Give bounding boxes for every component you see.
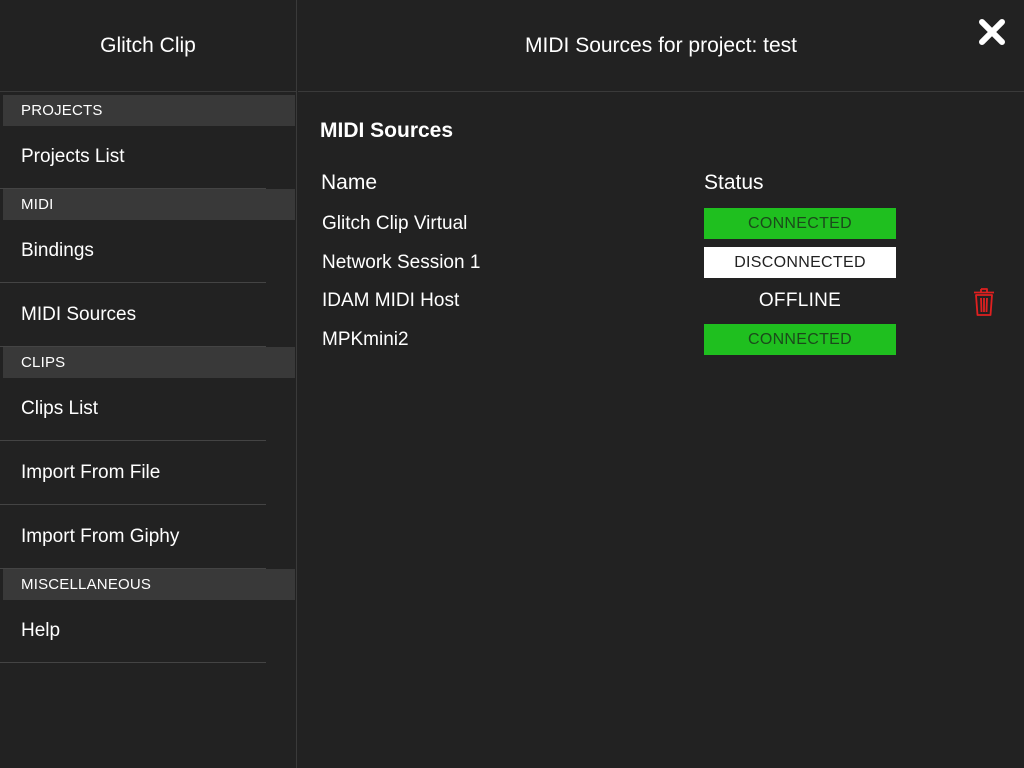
app-window: Glitch Clip PROJECTS Projects List MIDI …	[0, 0, 1024, 768]
section-title: MIDI Sources	[320, 119, 454, 142]
section-header-projects: PROJECTS	[3, 95, 295, 126]
sidebar-item-label: Bindings	[21, 240, 94, 261]
sidebar-item-import-from-giphy[interactable]: Import From Giphy	[0, 505, 266, 569]
sidebar-item-label: Import From Giphy	[21, 525, 180, 547]
status-badge: CONNECTED	[704, 208, 896, 239]
status-badge: CONNECTED	[704, 324, 896, 355]
sidebar-item-label: MIDI Sources	[21, 303, 137, 325]
status-badge: DISCONNECTED	[704, 247, 896, 278]
sidebar-item-projects-list[interactable]: Projects List	[0, 126, 266, 189]
page-title: MIDI Sources for project: test	[525, 33, 797, 57]
sidebar: Glitch Clip PROJECTS Projects List MIDI …	[0, 0, 297, 768]
app-title: Glitch Clip	[0, 0, 296, 92]
sidebar-item-clips-list[interactable]: Clips List	[0, 378, 266, 441]
column-header-name: Name	[321, 171, 378, 194]
sidebar-item-label: Clips List	[21, 398, 99, 419]
sidebar-item-label: Help	[21, 620, 61, 641]
sidebar-item-import-from-file[interactable]: Import From File	[0, 441, 266, 505]
main-panel: MIDI Sources for project: test MIDI Sour…	[298, 0, 1024, 768]
midi-source-name: IDAM MIDI Host	[322, 290, 460, 311]
page-header: MIDI Sources for project: test	[298, 0, 1024, 92]
status-badge: OFFLINE	[758, 289, 842, 311]
midi-source-name: Glitch Clip Virtual	[322, 213, 468, 234]
close-icon[interactable]	[978, 18, 1006, 46]
section-header-midi: MIDI	[3, 189, 295, 220]
trash-icon[interactable]	[972, 286, 996, 317]
sidebar-item-bindings[interactable]: Bindings	[0, 220, 266, 283]
sidebar-item-label: Projects List	[21, 146, 125, 167]
midi-source-name: MPKmini2	[322, 329, 409, 350]
section-header-miscellaneous: MISCELLANEOUS	[3, 569, 295, 600]
midi-source-name: Network Session 1	[322, 252, 481, 273]
sidebar-item-midi-sources[interactable]: MIDI Sources	[0, 283, 266, 347]
section-header-clips: CLIPS	[3, 347, 295, 378]
sidebar-item-help[interactable]: Help	[0, 600, 266, 663]
column-header-status: Status	[704, 171, 764, 194]
sidebar-item-label: Import From File	[21, 461, 161, 483]
